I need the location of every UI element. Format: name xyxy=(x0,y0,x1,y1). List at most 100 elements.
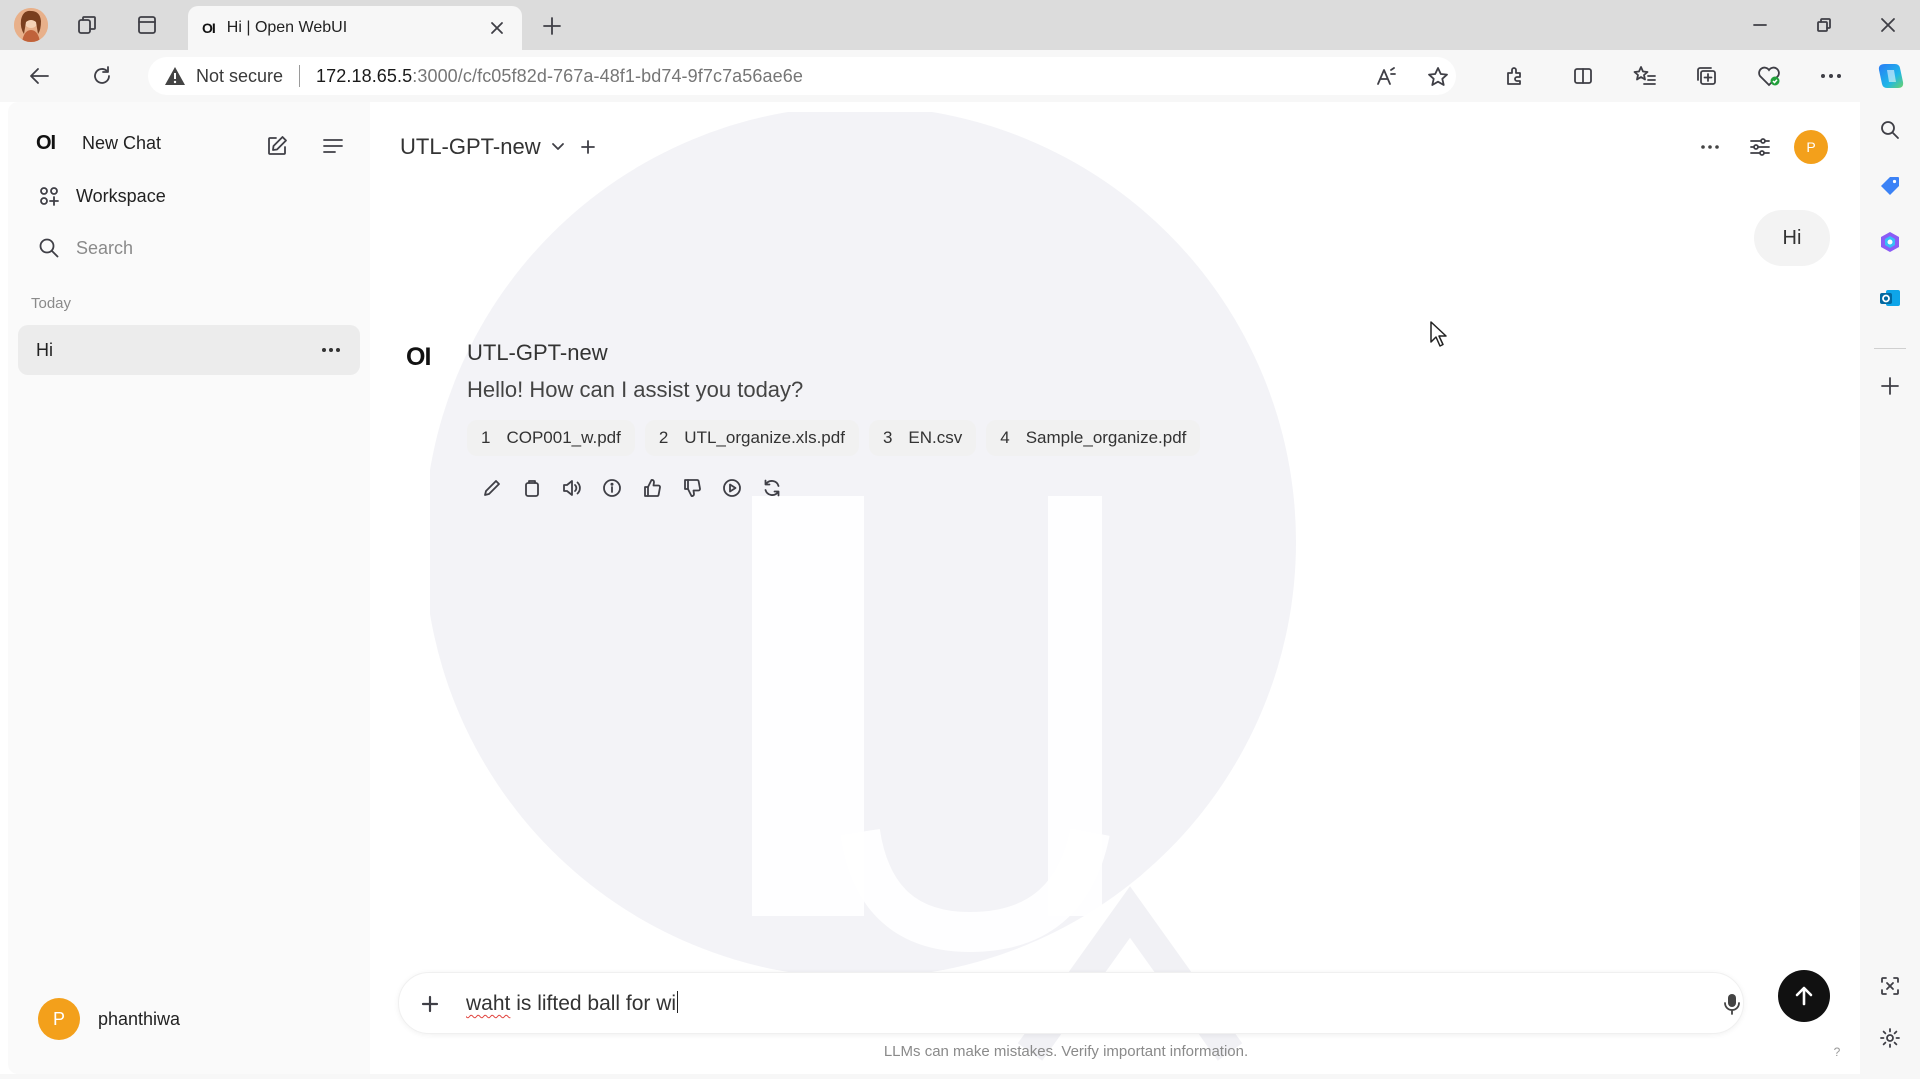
play-icon xyxy=(723,479,741,497)
edge-settings-button[interactable] xyxy=(1876,1024,1904,1052)
sidebar-search[interactable] xyxy=(26,228,346,268)
edge-screenshot-button[interactable] xyxy=(1876,972,1904,1000)
read-aloud-icon xyxy=(1377,67,1396,85)
edge-search-button[interactable] xyxy=(1876,116,1904,144)
split-screen-icon xyxy=(1574,68,1592,84)
edge-add-button[interactable] xyxy=(1876,372,1904,400)
typed-text: is lifted ball for wi xyxy=(510,992,677,1015)
citation-chip[interactable]: 3 EN.csv xyxy=(868,420,977,456)
search-input[interactable] xyxy=(76,237,336,259)
edge-outlook-button[interactable] xyxy=(1876,284,1904,312)
chat-more-button[interactable] xyxy=(1694,132,1726,162)
sliders-icon xyxy=(1750,138,1770,156)
copy-button[interactable] xyxy=(518,474,546,502)
minimize-button[interactable] xyxy=(1740,10,1780,40)
close-window-button[interactable] xyxy=(1868,10,1908,40)
favorites-button[interactable] xyxy=(1630,61,1660,91)
thumbs-down-icon xyxy=(684,479,701,497)
tab-open-webui[interactable]: OI Hi | Open WebUI xyxy=(188,6,522,50)
browser-profile-avatar[interactable] xyxy=(14,8,48,42)
arrow-up-icon xyxy=(1795,986,1813,1006)
settings-more-button[interactable] xyxy=(1816,61,1846,91)
address-bar[interactable]: Not secure 172.18.65.5:3000/c/fc05f82d-7… xyxy=(148,57,1456,95)
speaker-icon xyxy=(563,480,581,496)
search-icon xyxy=(1881,121,1899,139)
mouse-cursor-icon xyxy=(1430,321,1447,347)
security-status-label[interactable]: Not secure xyxy=(196,66,283,87)
compose-icon xyxy=(268,136,287,155)
favorite-button[interactable] xyxy=(1424,63,1452,91)
chat-options-button[interactable] xyxy=(314,335,348,365)
send-button[interactable] xyxy=(1778,970,1830,1022)
regenerate-icon xyxy=(764,479,780,497)
workspaces-button[interactable] xyxy=(72,10,102,40)
info-icon xyxy=(603,479,621,497)
generation-info-button[interactable] xyxy=(598,474,626,502)
tab-favicon: OI xyxy=(202,20,216,36)
microphone-icon xyxy=(1724,994,1740,1015)
chat-controls-button[interactable] xyxy=(1744,131,1776,163)
collections-button[interactable] xyxy=(1692,61,1722,91)
vertical-tabs-icon xyxy=(138,16,156,34)
warning-icon[interactable] xyxy=(164,66,186,86)
citation-chip[interactable]: 1 COP001_w.pdf xyxy=(467,420,635,456)
edit-button[interactable] xyxy=(478,474,506,502)
background-logo-watermark-icon xyxy=(430,112,1296,1061)
extensions-button[interactable] xyxy=(1500,61,1530,91)
new-tab-button[interactable] xyxy=(538,12,566,40)
address-separator xyxy=(299,65,301,87)
user-message-bubble: Hi xyxy=(1754,210,1830,266)
add-model-button[interactable] xyxy=(577,136,599,158)
new-chat-button[interactable] xyxy=(262,131,292,161)
outlook-icon xyxy=(1880,290,1900,306)
browser-essentials-button[interactable] xyxy=(1754,61,1784,91)
continue-response-button[interactable] xyxy=(718,474,746,502)
url-text[interactable]: 172.18.65.5:3000/c/fc05f82d-767a-48f1-bd… xyxy=(316,66,803,87)
new-chat-link[interactable]: New Chat xyxy=(82,133,161,154)
voice-input-button[interactable] xyxy=(1717,989,1747,1019)
citation-file: EN.csv xyxy=(908,428,963,447)
plus-icon xyxy=(1881,377,1899,395)
url-host: 172.18.65.5 xyxy=(316,65,413,86)
sidebar-toggle-button[interactable] xyxy=(318,131,348,161)
chat-main: UTL-GPT-new P Hi OI UTL-GPT-new Hello! H… xyxy=(370,102,1860,1074)
restore-button[interactable] xyxy=(1804,10,1844,40)
attach-button[interactable] xyxy=(415,989,445,1019)
citation-chip[interactable]: 2 UTL_organize.xls.pdf xyxy=(644,420,859,456)
citation-number: 2 xyxy=(658,428,669,447)
help-button[interactable]: ? xyxy=(1827,1042,1847,1062)
regenerate-button[interactable] xyxy=(758,474,786,502)
openwebui-logo[interactable]: OI xyxy=(36,132,56,155)
browser-essentials-icon xyxy=(1758,66,1780,87)
refresh-button[interactable] xyxy=(86,60,118,92)
message-composer: waht is lifted ball for wi xyxy=(398,972,1744,1034)
back-button[interactable] xyxy=(24,60,56,92)
edge-office-button[interactable] xyxy=(1876,228,1904,256)
close-icon xyxy=(491,22,503,34)
collections-icon xyxy=(1697,67,1716,85)
message-input[interactable]: waht is lifted ball for wi xyxy=(466,991,679,1016)
more-icon xyxy=(1701,145,1719,149)
avatar[interactable]: P xyxy=(1794,130,1828,164)
user-menu-button[interactable]: P phanthiwa xyxy=(38,997,180,1041)
tab-actions-button[interactable] xyxy=(132,10,162,40)
read-aloud-button[interactable] xyxy=(558,474,586,502)
tab-close-button[interactable] xyxy=(486,17,508,39)
citation-chip[interactable]: 4 Sample_organize.pdf xyxy=(986,420,1201,456)
bad-response-button[interactable] xyxy=(678,474,706,502)
copilot-button[interactable] xyxy=(1874,59,1908,93)
sidebar-item-workspace[interactable]: Workspace xyxy=(26,176,346,216)
citation-list: 1 COP001_w.pdf 2 UTL_organize.xls.pdf 3 … xyxy=(467,420,1210,456)
browser-toolbar: Not secure 172.18.65.5:3000/c/fc05f82d-7… xyxy=(0,50,1920,102)
profile-photo-icon xyxy=(14,8,48,42)
pencil-icon xyxy=(484,480,500,496)
chat-history-item[interactable]: Hi xyxy=(18,325,360,375)
office-icon xyxy=(1881,232,1899,252)
edge-shopping-button[interactable] xyxy=(1876,172,1904,200)
read-aloud-button[interactable] xyxy=(1372,63,1400,91)
plus-icon xyxy=(580,140,595,154)
model-name: UTL-GPT-new xyxy=(400,134,541,159)
split-screen-button[interactable] xyxy=(1568,61,1598,91)
good-response-button[interactable] xyxy=(638,474,666,502)
model-selector[interactable]: UTL-GPT-new xyxy=(400,130,599,164)
